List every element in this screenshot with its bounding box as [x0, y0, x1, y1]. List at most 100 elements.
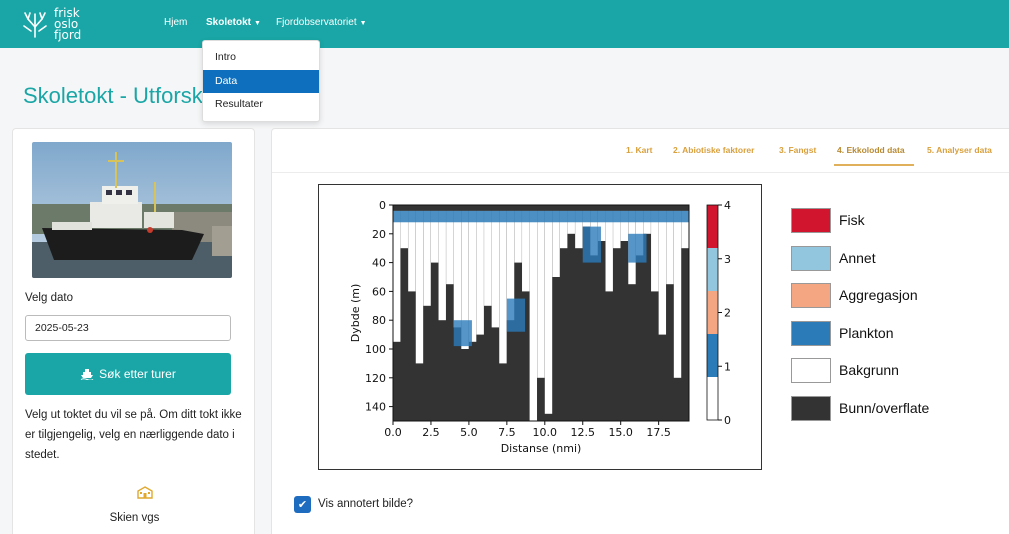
colorbar-segment	[707, 205, 718, 248]
nav-skoletokt[interactable]: Skoletokt ▼	[206, 17, 261, 28]
y-tick-label: 60	[372, 285, 386, 298]
show-annotated-checkbox[interactable]: ✔	[294, 496, 311, 513]
x-tick-label: 15.0	[608, 426, 633, 439]
water-column	[491, 210, 500, 328]
y-tick-label: 20	[372, 228, 386, 241]
legend-item: Aggregasjon	[791, 283, 991, 311]
echogram-figure: 0.0 2.5 5.0 7.5 10.0 12.5 15.0 17.5 0 20 40 60 80 10…	[318, 184, 762, 470]
nav-fjordobservatoriet[interactable]: Fjordobservatoriet ▼	[276, 17, 367, 28]
legend-swatch	[791, 245, 831, 271]
water-column	[453, 210, 462, 328]
colorbar-segment	[707, 334, 718, 377]
water-column	[476, 210, 484, 335]
colorbar-tick-label: 2	[724, 307, 731, 320]
dropdown-item-resultater[interactable]: Resultater	[203, 93, 319, 116]
x-tick-label: 7.5	[498, 426, 516, 439]
water-column	[522, 210, 530, 292]
research-vessel-photo	[32, 142, 232, 278]
checkmark-icon: ✔	[297, 499, 308, 511]
frisk-oslofjord-logo[interactable]: frisk oslo fjord	[20, 4, 81, 44]
coral-logo-icon	[23, 12, 47, 38]
help-text: Velg ut toktet du vil se på. Om ditt tok…	[25, 409, 242, 461]
school-name: Skien vgs	[109, 512, 160, 524]
y-tick-label: 140	[365, 401, 386, 414]
water-column	[658, 210, 667, 335]
plankton-patch	[582, 226, 601, 263]
y-tick-label: 0	[379, 199, 386, 212]
water-column	[393, 210, 401, 342]
water-column	[499, 210, 507, 364]
water-column	[423, 210, 431, 306]
water-column	[438, 210, 446, 321]
legend-swatch	[791, 358, 831, 383]
legend-label: Bunn/overflate	[839, 399, 930, 416]
water-column	[544, 210, 553, 414]
water-column	[415, 210, 424, 364]
chevron-down-icon: ▼	[254, 20, 261, 27]
y-tick-label: 80	[372, 314, 386, 327]
legend-swatch	[791, 208, 831, 233]
legend-label: Fisk	[839, 212, 865, 228]
x-tick-label: 5.0	[460, 426, 478, 439]
x-tick-label: 17.5	[646, 426, 671, 439]
colorbar-tick-label: 4	[724, 199, 731, 212]
active-tab-indicator	[834, 164, 914, 166]
tab-analyser-data[interactable]: 5. Analyser data	[927, 145, 992, 155]
dropdown-item-data[interactable]: Data	[203, 70, 319, 93]
skoletokt-dropdown-menu: Intro Data Resultater	[202, 40, 320, 122]
surface-band	[393, 205, 689, 211]
x-tick-label: 2.5	[422, 426, 440, 439]
tab-ekkolodd-data[interactable]: 4. Ekkolodd data	[837, 145, 905, 155]
x-tick-label: 12.5	[570, 426, 595, 439]
legend-item: Fisk	[791, 208, 991, 236]
water-column	[408, 210, 416, 292]
sidebar-panel: Velg dato Søk etter turer Velg ut toktet…	[12, 128, 255, 534]
date-label: Velg dato	[25, 292, 73, 304]
school-icon	[137, 486, 153, 502]
y-tick-label: 120	[365, 372, 386, 385]
water-column	[537, 210, 545, 378]
date-input[interactable]	[25, 315, 231, 341]
colorbar-tick-label: 1	[724, 360, 731, 373]
legend-item: Bakgrunn	[791, 358, 991, 386]
page-title: Skoletokt - Utforsk	[23, 83, 203, 108]
dropdown-item-intro[interactable]: Intro	[203, 46, 319, 69]
top-navbar: frisk oslo fjord Hjem Skoletokt ▼ Fjordob…	[0, 0, 1009, 48]
legend-swatch	[791, 395, 831, 421]
nav-hjem[interactable]: Hjem	[164, 17, 187, 28]
main-panel: 1. Kart 2. Abiotiske faktorer 3. Fangst …	[271, 128, 1009, 534]
logo-text: frisk oslo fjord	[54, 5, 82, 42]
legend-item: Bunn/overflate	[791, 395, 991, 424]
colorbar-segment	[707, 248, 718, 291]
legend-item: Plankton	[791, 320, 991, 349]
tab-fangst[interactable]: 3. Fangst	[779, 145, 816, 155]
ship-icon	[80, 369, 94, 380]
show-annotated-label: Vis annotert bilde?	[318, 498, 414, 510]
colorbar-segment	[707, 291, 718, 334]
colorbar-segment	[707, 377, 718, 420]
colorbar-tick-label: 3	[724, 253, 731, 266]
chevron-down-icon: ▼	[359, 20, 367, 27]
echogram-chart: 0.0 2.5 5.0 7.5 10.0 12.5 15.0 17.5 02040608010…	[349, 199, 731, 455]
legend-label: Annet	[839, 249, 876, 266]
legend-swatch	[791, 283, 831, 308]
legend-label: Plankton	[839, 324, 894, 341]
search-trips-button[interactable]: Søk etter turer	[25, 353, 231, 395]
plankton-patch	[506, 298, 526, 332]
plankton-patch	[628, 233, 647, 263]
x-tick-label: 0.0	[384, 426, 402, 439]
y-tick-label: 100	[365, 343, 386, 356]
x-tick-label: 10.0	[533, 426, 558, 439]
tab-kart[interactable]: 1. Kart	[626, 145, 652, 155]
water-column	[689, 210, 697, 241]
water-column	[529, 210, 538, 421]
plankton-surface-layer	[393, 210, 689, 223]
y-axis-label: Dybde (m)	[349, 284, 362, 343]
tab-abiotiske-faktorer[interactable]: 2. Abiotiske faktorer	[673, 145, 754, 155]
legend-label: Bakgrunn	[839, 362, 899, 378]
colorbar-tick-label: 0	[724, 414, 731, 427]
y-tick-label: 40	[372, 257, 386, 270]
water-column	[673, 210, 682, 378]
legend-swatch	[791, 320, 831, 346]
water-column	[605, 210, 613, 292]
